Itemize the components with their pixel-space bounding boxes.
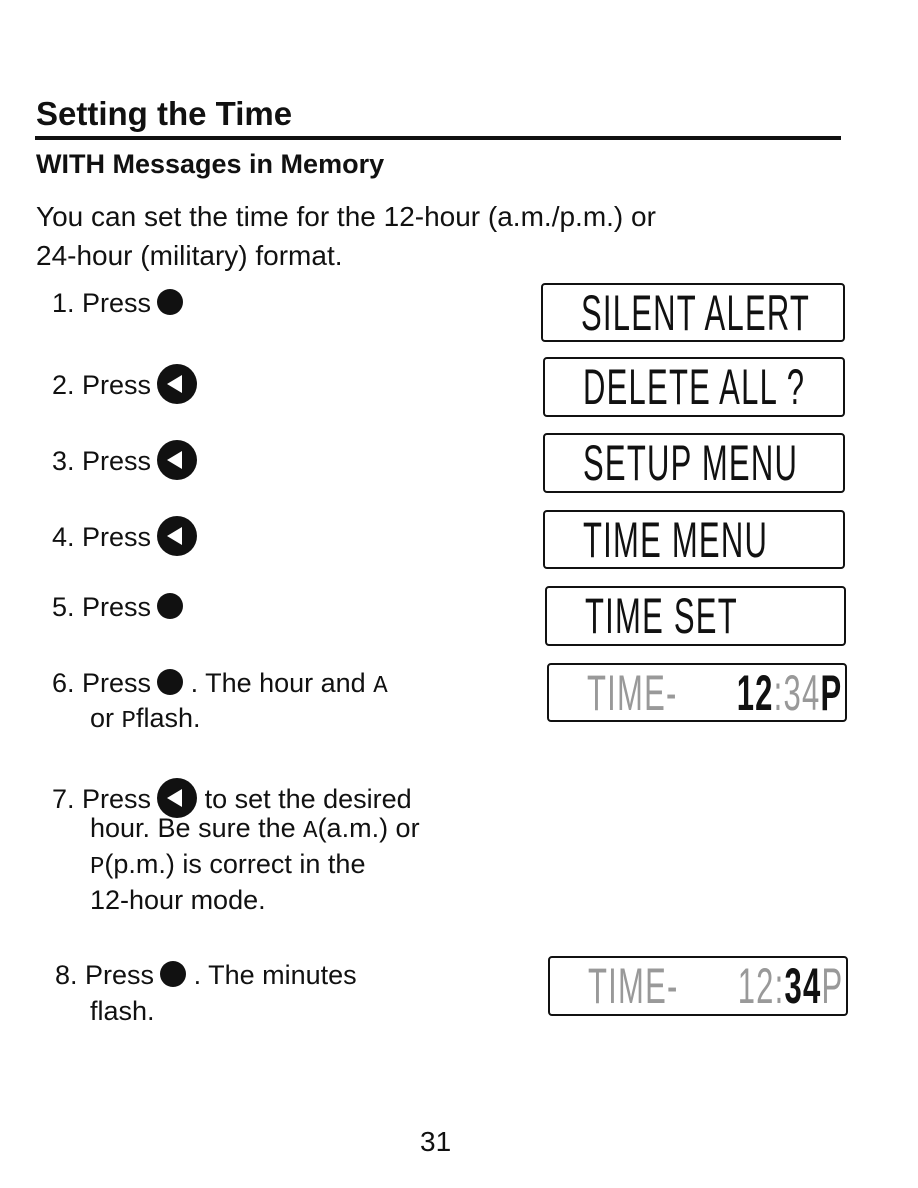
- filled-circle-icon: [160, 961, 187, 987]
- step-text: 3. Press: [52, 446, 152, 476]
- lcd-hour: 12: [736, 665, 774, 721]
- lcd-display: DELETE ALL ?: [543, 357, 845, 417]
- step-text: (a.m.) or: [317, 813, 420, 843]
- lcd-minutes: 34: [784, 958, 822, 1014]
- manual-page: Setting the Time WITH Messages in Memory…: [0, 0, 918, 1188]
- step-7-line-2: hour. Be sure the A(a.m.) or: [90, 813, 420, 845]
- lcd-separator: :: [773, 665, 784, 721]
- step-text: . The minutes: [193, 960, 357, 990]
- page-title: Setting the Time: [36, 95, 293, 132]
- intro-line-2: 24-hour (military) format.: [36, 240, 343, 271]
- lcd-display: TIME MENU: [543, 510, 845, 569]
- lcd-ampm: P: [820, 665, 843, 721]
- lcd-hour: 12: [737, 958, 775, 1014]
- lcd-minutes: 34: [783, 665, 821, 721]
- left-arrow-icon: [157, 364, 198, 404]
- intro-line-1: You can set the time for the 12-hour (a.…: [36, 201, 656, 232]
- step-text: 2. Press: [52, 370, 152, 400]
- lcd-display: TIME SET: [545, 586, 846, 646]
- step-text: 4. Press: [52, 522, 152, 552]
- step-text: 8. Press: [55, 960, 155, 990]
- step-7: 7. Press to set the desired: [52, 778, 412, 818]
- step-text: flash.: [135, 703, 201, 733]
- step-1: 1. Press: [52, 288, 184, 319]
- filled-circle-icon: [157, 289, 184, 315]
- lcd-text: SETUP MENU: [583, 435, 799, 491]
- lcd-text: TIME MENU: [583, 512, 769, 568]
- lcd-ampm: P: [821, 958, 844, 1014]
- section-subtitle: WITH Messages in Memory: [36, 149, 385, 179]
- title-rule: [35, 136, 841, 140]
- step-6: 6. Press . The hour and A: [52, 668, 388, 700]
- step-3: 3. Press: [52, 440, 198, 480]
- lcd-display-minute-flash: TIME- 12:34P: [548, 956, 848, 1016]
- lcd-text: DELETE ALL ?: [583, 359, 806, 415]
- lcd-text: SILENT ALERT: [581, 285, 811, 341]
- lcd-text: TIME- 12:34P: [588, 960, 843, 1012]
- am-indicator: A: [303, 818, 318, 845]
- step-text: 7. Press: [52, 784, 152, 814]
- step-7-line-3: P(p.m.) is correct in the: [90, 849, 365, 881]
- step-7-line-4: 12-hour mode.: [90, 885, 266, 915]
- filled-circle-icon: [157, 593, 184, 619]
- filled-circle-icon: [157, 669, 184, 695]
- step-text: 5. Press: [52, 592, 152, 622]
- am-indicator: A: [373, 673, 388, 700]
- step-text: (p.m.) is correct in the: [104, 849, 366, 879]
- step-6-line-2: or Pflash.: [90, 703, 200, 735]
- step-text: . The hour and: [190, 668, 366, 698]
- step-text: to set the desired: [204, 784, 412, 814]
- step-text: 6. Press: [52, 668, 152, 698]
- step-text: hour. Be sure the: [90, 813, 296, 843]
- lcd-text: TIME- 12:34P: [587, 667, 842, 719]
- step-8: 8. Press . The minutes: [55, 960, 357, 991]
- lcd-display-hour-flash: TIME- 12:34P: [547, 663, 847, 722]
- step-text: 1. Press: [52, 288, 152, 318]
- lcd-label: TIME-: [587, 665, 678, 721]
- step-5: 5. Press: [52, 592, 184, 623]
- step-2: 2. Press: [52, 364, 198, 404]
- step-8-line-2: flash.: [90, 996, 155, 1026]
- pm-indicator: P: [90, 854, 105, 881]
- left-arrow-icon: [157, 440, 198, 480]
- left-arrow-icon: [157, 516, 198, 556]
- lcd-display: SILENT ALERT: [541, 283, 845, 342]
- left-arrow-icon: [157, 778, 198, 818]
- pm-indicator: P: [121, 708, 136, 735]
- lcd-separator: :: [774, 958, 785, 1014]
- lcd-text: TIME SET: [585, 588, 738, 644]
- lcd-display: SETUP MENU: [543, 433, 845, 493]
- step-4: 4. Press: [52, 516, 198, 556]
- step-text: or: [90, 703, 115, 733]
- lcd-label: TIME-: [588, 958, 679, 1014]
- page-number: 31: [420, 1126, 452, 1157]
